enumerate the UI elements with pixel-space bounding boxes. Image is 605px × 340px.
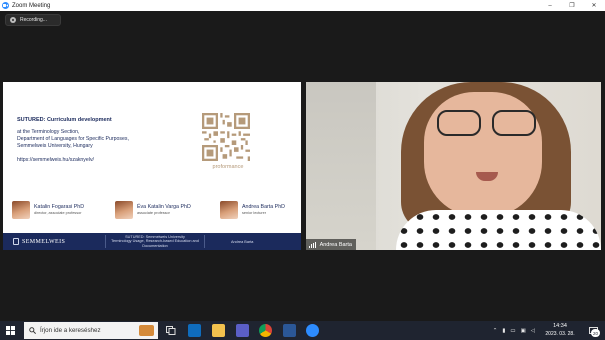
window-controls: – ❐ ✕ (539, 0, 605, 11)
glasses (437, 110, 481, 136)
chrome-icon[interactable] (259, 324, 272, 337)
presenter-role: senior lecturer (242, 211, 267, 215)
slide-footer: SEMMELWEIS SUTURED: Semmelweis Universit… (3, 233, 301, 250)
presenter-card: Katalin Fogarasi PhD director, associate… (12, 201, 84, 219)
battery-icon[interactable]: ▭ (510, 328, 515, 334)
presenter-role: director, associate professor (34, 211, 82, 215)
presenter-photo (220, 201, 238, 219)
notification-badge: 20 (591, 329, 600, 337)
presenter-name: Andrea Barta PhD (242, 204, 285, 210)
file-explorer-icon[interactable] (212, 324, 225, 337)
glasses (492, 110, 536, 136)
title-bar: Zoom Meeting – ❐ ✕ (0, 0, 605, 11)
start-button[interactable] (0, 321, 20, 340)
slide-subtitle-line: Department of Languages for Specific Pur… (17, 136, 129, 142)
participant-name-tag: Andrea Barta (306, 239, 356, 250)
notification-center-button[interactable]: 20 (586, 324, 600, 337)
university-logo: SEMMELWEIS (13, 238, 105, 245)
qr-code-icon (202, 113, 250, 161)
presenter-photo (115, 201, 133, 219)
task-view-icon[interactable] (164, 324, 177, 337)
search-icon (29, 327, 36, 334)
presenter-role: associate professor (137, 211, 170, 215)
crest-icon (13, 238, 19, 245)
slide-subtitle-line: at the Terminology Section, (17, 129, 80, 135)
presenter-name: Éva Katalin Varga PhD (137, 204, 191, 210)
footer-line: Terminology Usage, Research-based Educat… (111, 239, 199, 248)
presenter-card: Andrea Barta PhD senior lecturer (220, 201, 285, 219)
window-title: Zoom Meeting (12, 2, 51, 9)
recording-label: Recording... (20, 17, 47, 23)
word-icon[interactable] (283, 324, 296, 337)
slide-title: SUTURED: Curriculum development (17, 117, 112, 123)
shared-screen-slide: SUTURED: Curriculum development at the T… (3, 82, 301, 250)
participant-video-tile[interactable]: Andrea Barta (306, 82, 601, 250)
outlook-icon[interactable] (188, 324, 201, 337)
network-icon[interactable]: ▣ (521, 328, 526, 334)
microphone-icon[interactable]: ▮ (502, 328, 505, 334)
search-highlight-icon (139, 325, 154, 336)
clock-date: 2023. 03. 28. (545, 331, 575, 337)
qr-caption: proformance (212, 164, 244, 170)
minimize-button[interactable]: – (539, 0, 561, 11)
recording-indicator[interactable]: Recording... (5, 14, 61, 26)
restore-button[interactable]: ❐ (561, 0, 583, 11)
windows-logo-icon (5, 326, 15, 335)
participant-name: Andrea Barta (319, 241, 352, 248)
presenter-photo (12, 201, 30, 219)
zoom-icon[interactable] (306, 324, 319, 337)
slide-subtitle-line: Semmelweis University, Hungary (17, 143, 93, 149)
taskbar-search-box[interactable]: Írjon ide a kereséshez (24, 322, 158, 339)
slide-subtitle: at the Terminology Section, Department o… (17, 129, 197, 150)
polka-dot-pattern (396, 210, 601, 250)
teams-icon[interactable] (236, 324, 249, 337)
taskbar-clock[interactable]: 14:34 2023. 03. 28. (541, 323, 579, 337)
search-placeholder: Írjon ide a kereséshez (40, 327, 101, 334)
university-logo-text: SEMMELWEIS (22, 238, 66, 245)
recording-icon (10, 17, 16, 23)
signal-bars-icon (309, 241, 317, 248)
presenter-name: Katalin Fogarasi PhD (34, 204, 85, 210)
close-button[interactable]: ✕ (583, 0, 605, 11)
volume-icon[interactable]: ◁ (531, 328, 535, 334)
footer-author: Andrea Barta (231, 239, 254, 244)
clock-time: 14:34 (553, 323, 567, 329)
zoom-meeting-window: Zoom Meeting – ❐ ✕ Recording... SUTURED:… (0, 0, 605, 340)
windows-taskbar: Írjon ide a kereséshez ⌃ ▮ ▭ ▣ ◁ 14:34 2… (0, 321, 605, 340)
system-tray: ⌃ ▮ ▭ ▣ ◁ (488, 321, 535, 340)
zoom-logo-icon (2, 2, 9, 9)
chevron-up-icon[interactable]: ⌃ (493, 328, 498, 334)
presenter-card: Éva Katalin Varga PhD associate professo… (115, 201, 191, 219)
slide-url: https://semmelweis.hu/szaknyelv/ (17, 157, 94, 163)
footer-project-text: SUTURED: Semmelweis University Terminolo… (105, 234, 205, 249)
